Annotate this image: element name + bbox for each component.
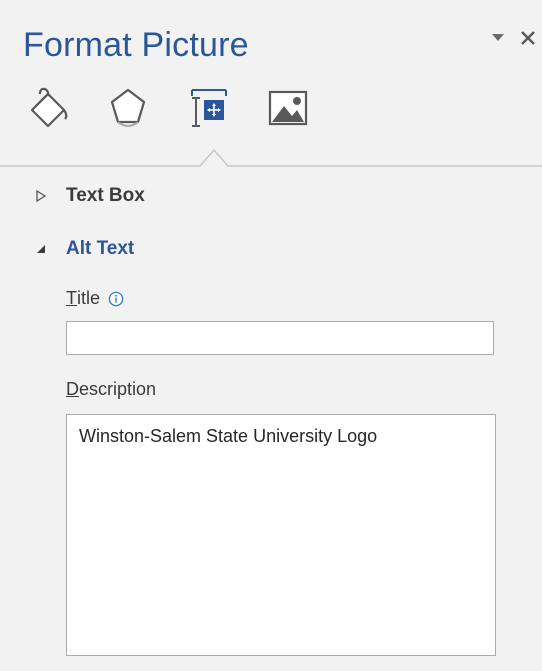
pane-controls [488, 28, 538, 48]
section-text-box-label: Text Box [66, 185, 145, 206]
tab-layout-and-properties[interactable] [185, 85, 231, 131]
description-label: Description [66, 379, 156, 400]
description-label-rest: escription [79, 379, 157, 399]
collapse-arrow-icon [37, 245, 45, 253]
dropdown-triangle-icon [492, 34, 504, 41]
pane-title: Format Picture [23, 26, 249, 64]
expand-arrow-icon [36, 190, 46, 202]
size-properties-icon [191, 89, 227, 127]
title-input[interactable] [66, 321, 494, 355]
tab-effects[interactable] [105, 85, 151, 131]
section-text-box[interactable]: Text Box [36, 185, 145, 207]
info-circle-icon [108, 291, 124, 306]
section-alt-text[interactable]: Alt Text [36, 238, 134, 260]
tab-picture[interactable] [265, 85, 311, 131]
format-picture-pane: Format Picture Text Box Alt Text T itle … [0, 0, 542, 671]
section-alt-text-label: Alt Text [66, 238, 135, 259]
description-textarea[interactable]: Winston-Salem State University Logo [66, 414, 496, 656]
description-label-accel: D [66, 379, 79, 399]
pentagon-icon [110, 88, 146, 127]
tab-fill-and-line[interactable] [25, 85, 71, 131]
title-label: Title [66, 288, 124, 309]
title-label-rest: itle [77, 288, 101, 308]
close-icon [521, 31, 535, 45]
task-pane-options-button[interactable] [488, 28, 508, 48]
picture-icon [268, 90, 308, 126]
paint-bucket-icon [30, 87, 68, 128]
close-pane-button[interactable] [518, 28, 538, 48]
title-label-accel: T [66, 288, 77, 308]
format-tab-row [25, 84, 345, 132]
info-icon[interactable] [108, 291, 124, 307]
